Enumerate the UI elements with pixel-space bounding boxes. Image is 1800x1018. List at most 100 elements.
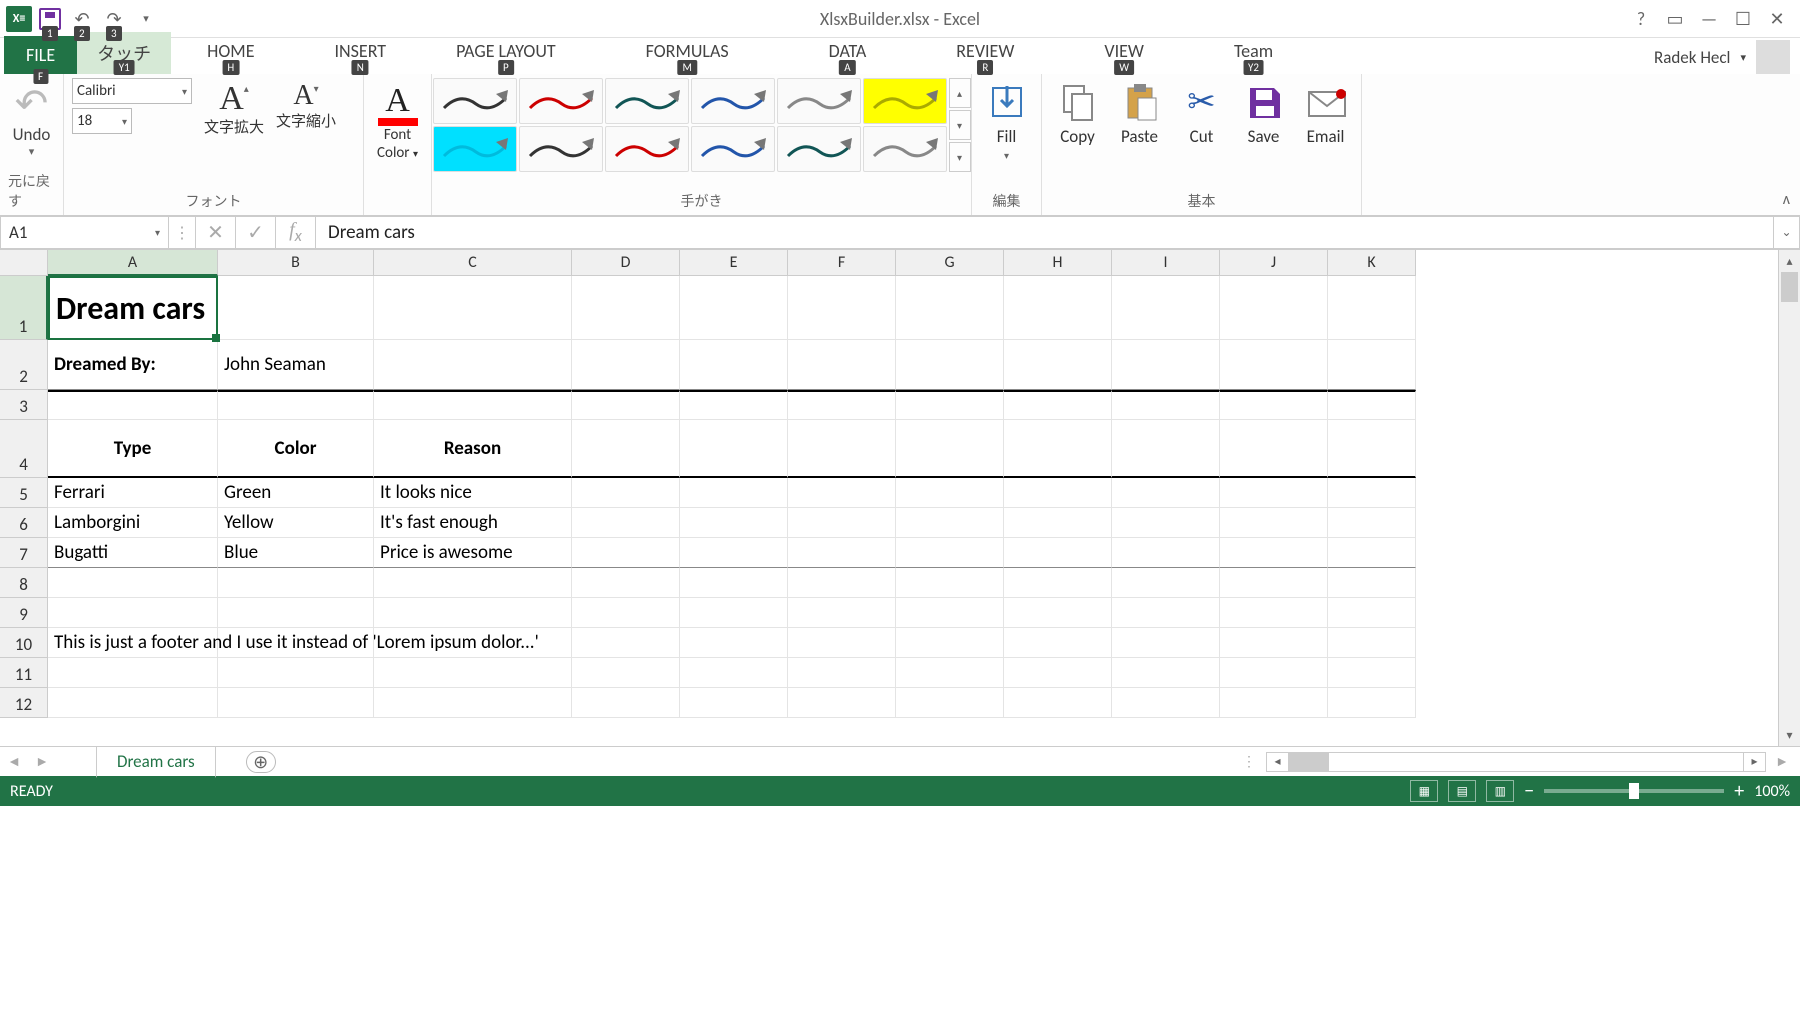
- scroll-right-end-button[interactable]: ►: [1768, 753, 1796, 770]
- cell-K1[interactable]: [1328, 276, 1416, 340]
- column-header-G[interactable]: G: [896, 250, 1004, 276]
- cell-E12[interactable]: [680, 688, 788, 718]
- row-header-4[interactable]: 4: [0, 420, 48, 478]
- horizontal-scrollbar[interactable]: ◂ ▸: [1266, 752, 1766, 772]
- cell-B3[interactable]: [218, 390, 374, 420]
- cell-I4[interactable]: [1112, 420, 1220, 478]
- cell-C11[interactable]: [374, 658, 572, 688]
- cell-H6[interactable]: [1004, 508, 1112, 538]
- minimize-button[interactable]: —: [1694, 5, 1724, 33]
- cell-H4[interactable]: [1004, 420, 1112, 478]
- ribbon-tab-タッチ[interactable]: タッチY1: [77, 32, 171, 74]
- cut-button[interactable]: ✂ Cut: [1173, 80, 1231, 147]
- pen-scroll-up[interactable]: ▴: [949, 78, 971, 108]
- cell-B7[interactable]: Blue: [218, 538, 374, 568]
- cell-E4[interactable]: [680, 420, 788, 478]
- row-header-9[interactable]: 9: [0, 598, 48, 628]
- cell-J1[interactable]: [1220, 276, 1328, 340]
- cell-J2[interactable]: [1220, 340, 1328, 390]
- cell-A12[interactable]: [48, 688, 218, 718]
- cell-C4[interactable]: Reason: [374, 420, 572, 478]
- cell-D2[interactable]: [572, 340, 680, 390]
- cell-I12[interactable]: [1112, 688, 1220, 718]
- pen-style-6[interactable]: [863, 78, 947, 124]
- cell-I2[interactable]: [1112, 340, 1220, 390]
- pen-style-10[interactable]: [691, 126, 775, 172]
- sheet-nav-next[interactable]: ►: [28, 753, 56, 770]
- row-header-2[interactable]: 2: [0, 340, 48, 390]
- pen-style-8[interactable]: [519, 126, 603, 172]
- cell-F12[interactable]: [788, 688, 896, 718]
- cell-H3[interactable]: [1004, 390, 1112, 420]
- cell-C10[interactable]: [374, 628, 572, 658]
- cell-D12[interactable]: [572, 688, 680, 718]
- pen-style-1[interactable]: [433, 78, 517, 124]
- cell-K3[interactable]: [1328, 390, 1416, 420]
- collapse-ribbon-button[interactable]: ʌ: [1783, 190, 1790, 209]
- pen-style-11[interactable]: [777, 126, 861, 172]
- column-header-I[interactable]: I: [1112, 250, 1220, 276]
- pen-style-5[interactable]: [777, 78, 861, 124]
- cell-K6[interactable]: [1328, 508, 1416, 538]
- cell-I6[interactable]: [1112, 508, 1220, 538]
- column-header-D[interactable]: D: [572, 250, 680, 276]
- vertical-scroll-thumb[interactable]: [1781, 272, 1798, 302]
- column-header-J[interactable]: J: [1220, 250, 1328, 276]
- cell-E8[interactable]: [680, 568, 788, 598]
- column-header-C[interactable]: C: [374, 250, 572, 276]
- cell-H2[interactable]: [1004, 340, 1112, 390]
- cell-C7[interactable]: Price is awesome: [374, 538, 572, 568]
- cell-J10[interactable]: [1220, 628, 1328, 658]
- scroll-left-button[interactable]: ◂: [1267, 753, 1289, 771]
- cell-E1[interactable]: [680, 276, 788, 340]
- cell-A1[interactable]: Dream cars: [48, 276, 218, 340]
- ribbon-tab-insert[interactable]: INSERTN: [314, 32, 406, 74]
- cell-D1[interactable]: [572, 276, 680, 340]
- cell-H10[interactable]: [1004, 628, 1112, 658]
- row-header-5[interactable]: 5: [0, 478, 48, 508]
- cell-C2[interactable]: [374, 340, 572, 390]
- cell-H7[interactable]: [1004, 538, 1112, 568]
- cell-J7[interactable]: [1220, 538, 1328, 568]
- copy-button[interactable]: Copy: [1049, 80, 1107, 147]
- cell-F1[interactable]: [788, 276, 896, 340]
- pen-style-9[interactable]: [605, 126, 689, 172]
- vertical-scrollbar[interactable]: ▴ ▾: [1778, 250, 1800, 746]
- cell-E11[interactable]: [680, 658, 788, 688]
- user-account[interactable]: Radek Hecl▾: [1654, 40, 1800, 74]
- cell-G11[interactable]: [896, 658, 1004, 688]
- cell-G7[interactable]: [896, 538, 1004, 568]
- cell-C1[interactable]: [374, 276, 572, 340]
- zoom-out-button[interactable]: −: [1524, 779, 1534, 803]
- cell-A10[interactable]: This is just a footer and I use it inste…: [48, 628, 218, 658]
- expand-formula-bar-button[interactable]: ⌄: [1774, 216, 1800, 249]
- ribbon-tab-review[interactable]: REVIEWR: [936, 32, 1034, 74]
- cell-I10[interactable]: [1112, 628, 1220, 658]
- cell-I1[interactable]: [1112, 276, 1220, 340]
- cell-H12[interactable]: [1004, 688, 1112, 718]
- cell-I8[interactable]: [1112, 568, 1220, 598]
- cell-E7[interactable]: [680, 538, 788, 568]
- cell-K5[interactable]: [1328, 478, 1416, 508]
- cell-E10[interactable]: [680, 628, 788, 658]
- ribbon-tab-home[interactable]: HOMEH: [187, 32, 274, 74]
- scroll-down-button[interactable]: ▾: [1779, 724, 1800, 746]
- column-header-E[interactable]: E: [680, 250, 788, 276]
- cell-G5[interactable]: [896, 478, 1004, 508]
- cell-D5[interactable]: [572, 478, 680, 508]
- pen-style-4[interactable]: [691, 78, 775, 124]
- cell-A2[interactable]: Dreamed By:: [48, 340, 218, 390]
- cell-F3[interactable]: [788, 390, 896, 420]
- enter-formula-button[interactable]: ✓: [236, 216, 276, 249]
- cell-D11[interactable]: [572, 658, 680, 688]
- scroll-up-button[interactable]: ▴: [1779, 250, 1800, 272]
- row-header-8[interactable]: 8: [0, 568, 48, 598]
- cell-H1[interactable]: [1004, 276, 1112, 340]
- font-size-combo[interactable]: 18▾: [72, 108, 132, 134]
- cell-B10[interactable]: [218, 628, 374, 658]
- cell-I3[interactable]: [1112, 390, 1220, 420]
- cell-G12[interactable]: [896, 688, 1004, 718]
- page-break-view-button[interactable]: ▥: [1486, 780, 1514, 802]
- cell-B1[interactable]: [218, 276, 374, 340]
- pen-style-3[interactable]: [605, 78, 689, 124]
